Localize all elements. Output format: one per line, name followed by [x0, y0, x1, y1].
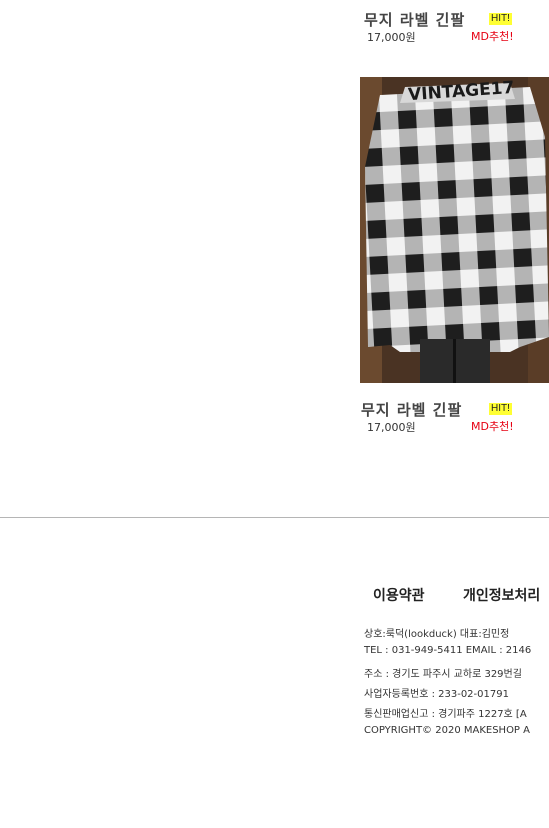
product-title[interactable]: 무지 라벨 긴팔 [364, 9, 465, 30]
plaid-shirt-image: VINTAGE17 [360, 77, 549, 383]
page: 무지 라벨 긴팔 HIT! 17,000원 MD추천! VINTAGE17 무지… [0, 0, 549, 828]
product-price: 17,000원 [367, 31, 416, 44]
md-pick-label: MD추천! [471, 420, 514, 433]
product-title[interactable]: 무지 라벨 긴팔 [361, 399, 462, 420]
copyright: COPYRIGHT© 2020 MAKESHOP A [364, 725, 530, 736]
address-info: 주소 : 경기도 파주시 교하로 329번길 [364, 669, 522, 680]
hit-badge: HIT! [489, 403, 512, 415]
company-info: 상호:룩덕(lookduck) 대표:김민정 [364, 629, 510, 640]
footer-divider [0, 517, 549, 518]
privacy-policy-link[interactable]: 개인정보처리 [463, 585, 540, 605]
product-image[interactable]: VINTAGE17 [360, 77, 549, 383]
contact-info: TEL : 031-949-5411 EMAIL : 2146 [364, 645, 532, 656]
business-number: 사업자등록번호 : 233-02-01791 [364, 689, 509, 700]
product-price: 17,000원 [367, 421, 416, 434]
md-pick-label: MD추천! [471, 30, 514, 43]
hit-badge: HIT! [489, 13, 512, 25]
terms-link[interactable]: 이용약관 [373, 585, 425, 605]
ecommerce-number: 통신판매업신고 : 경기파주 1227호 [A [364, 709, 527, 720]
